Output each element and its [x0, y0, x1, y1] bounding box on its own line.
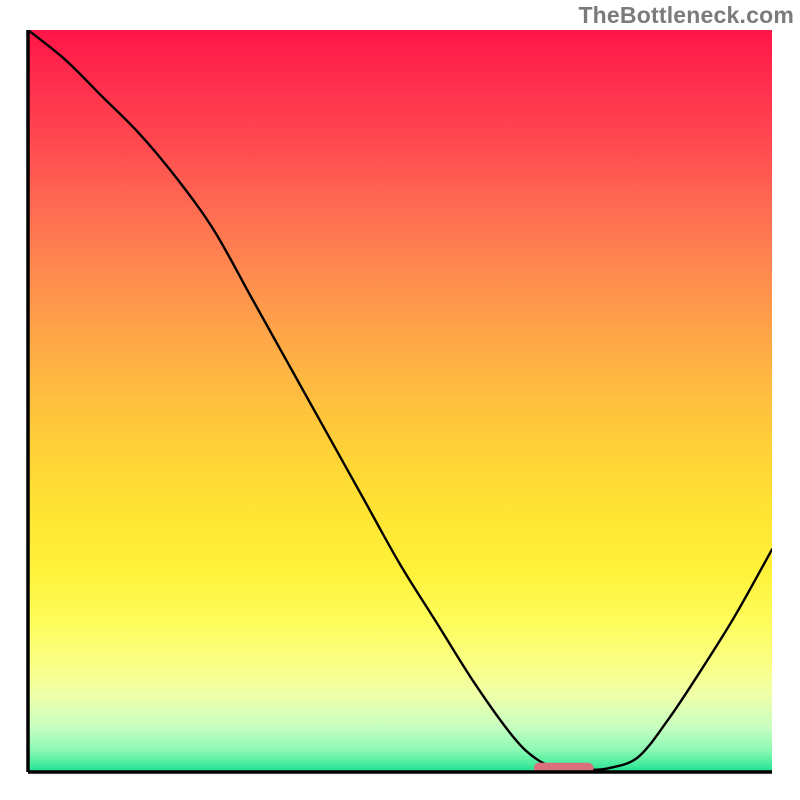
plot-gradient-background — [28, 30, 772, 772]
watermark-text: TheBottleneck.com — [578, 2, 794, 29]
chart-container: TheBottleneck.com — [0, 0, 800, 800]
